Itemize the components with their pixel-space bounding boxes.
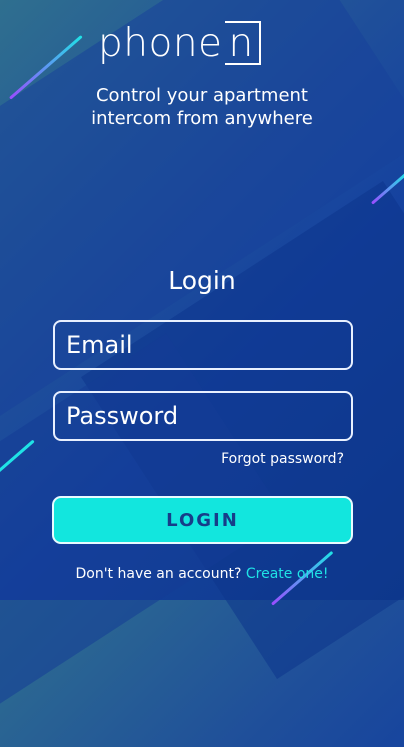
create-account-link[interactable]: Create one!: [246, 566, 329, 582]
login-title: Login: [168, 266, 236, 295]
email-field[interactable]: [53, 320, 353, 370]
password-field[interactable]: [53, 391, 353, 441]
decorative-streak: [371, 172, 404, 205]
tagline-line-2: intercom from anywhere: [91, 108, 313, 129]
email-input[interactable]: [55, 322, 351, 368]
login-button[interactable]: LOGIN: [52, 496, 353, 544]
signup-prompt: Don't have an account? Create one!: [0, 566, 404, 582]
tagline: Control your apartment intercom from any…: [0, 84, 404, 130]
app-logo: phone n: [98, 19, 308, 67]
password-input[interactable]: [55, 393, 351, 439]
logo-box: n: [224, 20, 262, 66]
signup-prompt-text: Don't have an account?: [75, 566, 242, 582]
decorative-streak: [0, 439, 35, 475]
logo-box-letter: n: [228, 20, 254, 66]
tagline-line-1: Control your apartment: [95, 85, 308, 106]
logo-text: phone: [98, 20, 223, 66]
forgot-password-link[interactable]: Forgot password?: [221, 451, 344, 467]
